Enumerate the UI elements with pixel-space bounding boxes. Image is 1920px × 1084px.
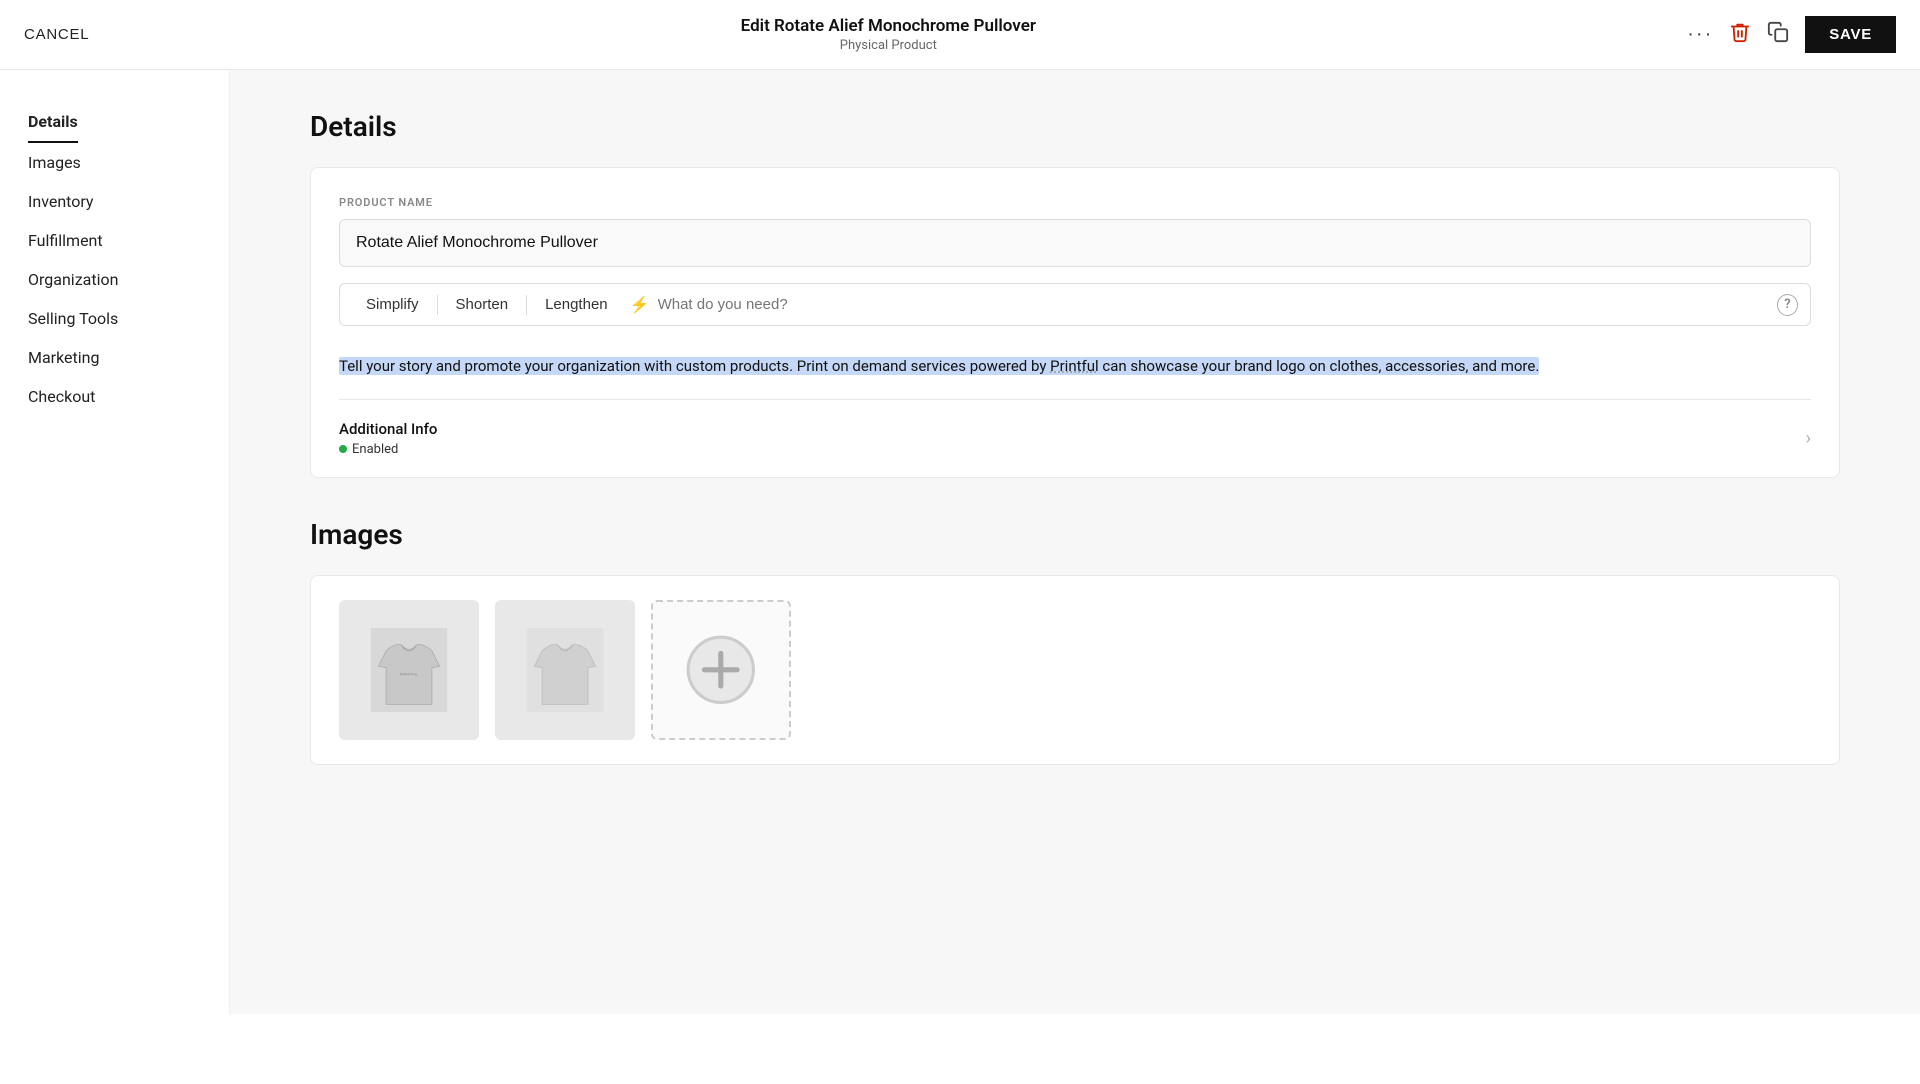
main-content: Details PRODUCT NAME Simplify Shorten Le… — [230, 70, 1920, 1014]
svg-text:PRINTFUL: PRINTFUL — [400, 672, 419, 676]
shirt-illustration-1: PRINTFUL — [367, 628, 451, 712]
chevron-right-icon: › — [1806, 428, 1811, 449]
add-image-button[interactable] — [651, 600, 791, 740]
duplicate-button[interactable] — [1767, 21, 1789, 48]
product-image-2[interactable] — [495, 600, 635, 740]
sidebar-item-organization[interactable]: Organization — [28, 260, 229, 299]
sidebar-item-inventory[interactable]: Inventory — [28, 182, 229, 221]
page-title: Edit Rotate Alief Monochrome Pullover — [741, 16, 1036, 36]
more-options-button[interactable]: ··· — [1687, 23, 1713, 46]
main-layout: Details Images Inventory Fulfillment Org… — [0, 70, 1920, 1014]
topbar-actions: ··· SAVE — [1687, 16, 1896, 53]
product-type-label: Physical Product — [741, 38, 1036, 53]
lengthen-button[interactable]: Lengthen — [531, 290, 622, 319]
cancel-button[interactable]: CANCEL — [24, 18, 89, 51]
ai-toolbar: Simplify Shorten Lengthen ⚡ ? — [339, 283, 1811, 326]
images-row: PRINTFUL — [339, 600, 1811, 764]
sidebar-item-selling-tools[interactable]: Selling Tools — [28, 299, 229, 338]
images-section-title: Images — [310, 518, 1840, 551]
sidebar-item-checkout[interactable]: Checkout — [28, 377, 229, 416]
product-name-input[interactable] — [339, 219, 1811, 267]
images-card: PRINTFUL — [310, 575, 1840, 765]
ai-input-wrap: ⚡ ? — [622, 294, 1798, 316]
sidebar-item-images[interactable]: Images — [28, 143, 229, 182]
help-icon[interactable]: ? — [1777, 294, 1798, 316]
sidebar: Details Images Inventory Fulfillment Org… — [0, 70, 230, 1014]
delete-button[interactable] — [1729, 21, 1751, 49]
sidebar-item-details[interactable]: Details — [28, 102, 78, 143]
product-name-label: PRODUCT NAME — [339, 196, 1811, 209]
product-image-1[interactable]: PRINTFUL — [339, 600, 479, 740]
topbar-title: Edit Rotate Alief Monochrome Pullover Ph… — [741, 16, 1036, 53]
images-section: Images PRINTFUL — [310, 518, 1840, 765]
ai-toolbar-divider — [437, 295, 438, 315]
description-block: Tell your story and promote your organiz… — [339, 342, 1811, 400]
topbar: CANCEL Edit Rotate Alief Monochrome Pull… — [0, 0, 1920, 70]
additional-info-status-text: Enabled — [352, 442, 398, 457]
additional-info-label: Additional Info — [339, 420, 437, 438]
status-dot-icon — [339, 445, 347, 453]
details-card: PRODUCT NAME Simplify Shorten Lengthen ⚡… — [310, 167, 1840, 478]
details-section-title: Details — [310, 110, 1840, 143]
shorten-button[interactable]: Shorten — [442, 290, 523, 319]
simplify-button[interactable]: Simplify — [352, 290, 433, 319]
description-highlighted-text: Tell your story and promote your organiz… — [339, 357, 1539, 375]
shirt-illustration-2 — [523, 628, 607, 712]
sidebar-item-marketing[interactable]: Marketing — [28, 338, 229, 377]
additional-info-status: Enabled — [339, 442, 437, 457]
add-image-icon — [680, 629, 762, 711]
additional-info-row[interactable]: Additional Info Enabled › — [339, 400, 1811, 477]
bolt-icon: ⚡ — [630, 295, 650, 314]
ai-search-input[interactable] — [658, 296, 1769, 313]
additional-info-left: Additional Info Enabled — [339, 420, 437, 457]
save-button[interactable]: SAVE — [1805, 16, 1896, 53]
ai-toolbar-divider2 — [526, 295, 527, 315]
sidebar-item-fulfillment[interactable]: Fulfillment — [28, 221, 229, 260]
